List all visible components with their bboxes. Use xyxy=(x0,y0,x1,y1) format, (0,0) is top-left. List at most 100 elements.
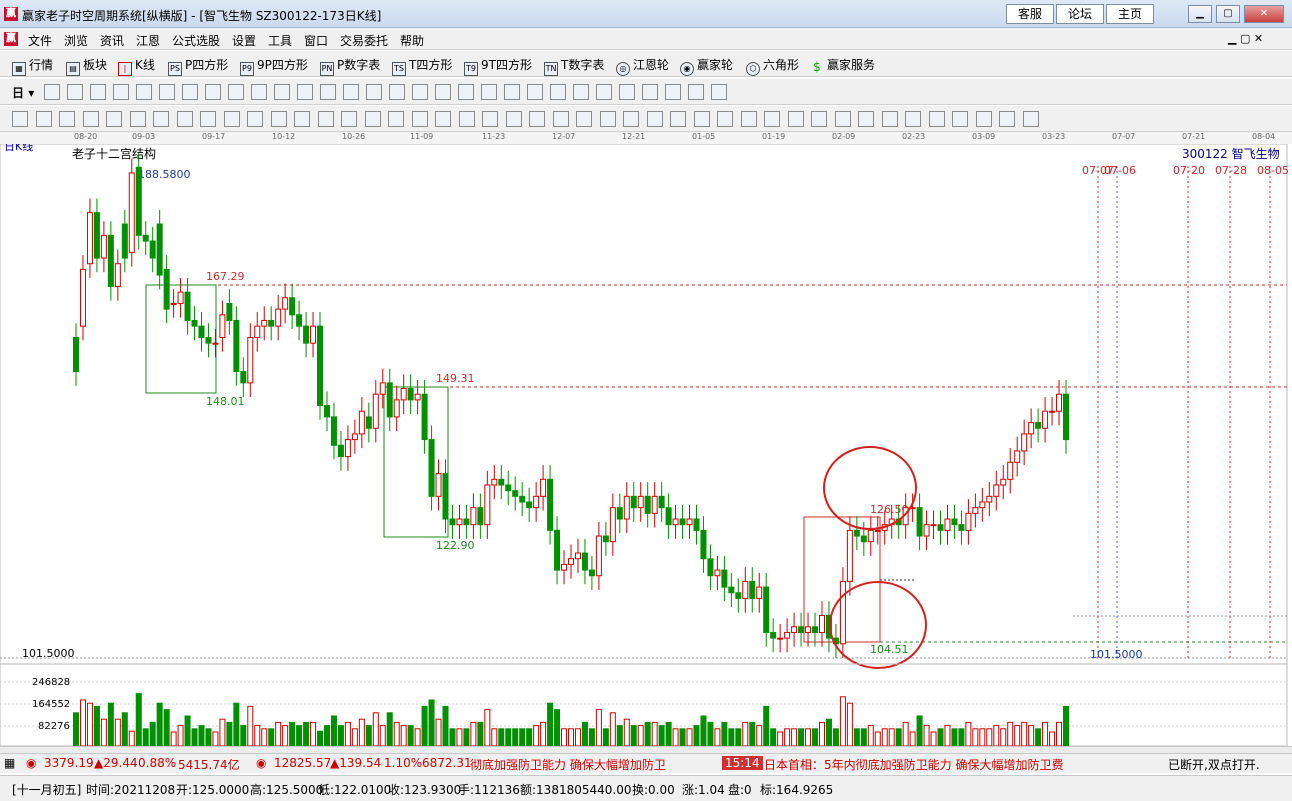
indicator-tool-icon[interactable] xyxy=(787,111,804,127)
indicator-tool-icon[interactable] xyxy=(552,111,569,127)
candle-body[interactable] xyxy=(393,399,400,418)
candle-body[interactable] xyxy=(1007,461,1014,480)
candle-body[interactable] xyxy=(763,586,770,633)
candle-body[interactable] xyxy=(658,495,665,509)
candle-body[interactable] xyxy=(735,592,742,599)
candle-body[interactable] xyxy=(839,580,846,645)
candle-body[interactable] xyxy=(456,518,463,526)
draw-tool-icon[interactable] xyxy=(67,84,83,100)
candle-body[interactable] xyxy=(310,325,317,344)
customer-service-button[interactable]: 客服 xyxy=(1006,4,1054,24)
candle-body[interactable] xyxy=(700,529,707,560)
candle-body[interactable] xyxy=(644,495,651,514)
candle-body[interactable] xyxy=(491,478,498,486)
candle-body[interactable] xyxy=(623,495,630,520)
service-button[interactable]: $ 赢家服务 xyxy=(810,56,875,75)
draw-tool-icon[interactable] xyxy=(366,84,382,100)
candle-body[interactable] xyxy=(693,518,700,531)
indicator-tool-icon[interactable] xyxy=(834,111,851,127)
draw-tool-icon[interactable] xyxy=(550,84,566,100)
draw-tool-icon[interactable] xyxy=(412,84,428,100)
candle-body[interactable] xyxy=(100,234,107,259)
p-square-button[interactable]: PS P四方形 xyxy=(168,56,228,76)
candle-body[interactable] xyxy=(379,382,386,395)
gann-wheel-button[interactable]: ◎ 江恩轮 xyxy=(616,56,669,76)
candle-body[interactable] xyxy=(484,484,491,526)
candle-body[interactable] xyxy=(386,382,393,418)
draw-tool-icon[interactable] xyxy=(44,84,60,100)
candle-body[interactable] xyxy=(1014,450,1021,463)
candle-body[interactable] xyxy=(930,524,937,527)
indicator-tool-icon[interactable] xyxy=(740,111,757,127)
indicator-tool-icon[interactable] xyxy=(928,111,945,127)
candle-body[interactable] xyxy=(449,518,456,526)
indicator-tool-icon[interactable] xyxy=(764,111,780,127)
candle-body[interactable] xyxy=(979,501,986,509)
candle-body[interactable] xyxy=(937,524,944,531)
candle-body[interactable] xyxy=(121,223,128,259)
candle-body[interactable] xyxy=(1049,410,1056,413)
candle-body[interactable] xyxy=(770,631,777,639)
indicator-tool-icon[interactable] xyxy=(411,111,428,127)
candle-body[interactable] xyxy=(846,529,853,582)
candle-body[interactable] xyxy=(337,444,344,458)
draw-tool-icon[interactable] xyxy=(297,84,313,100)
candle-body[interactable] xyxy=(602,535,609,543)
draw-tool-icon[interactable] xyxy=(573,84,589,100)
candle-body[interactable] xyxy=(219,314,226,338)
indicator-tool-icon[interactable] xyxy=(176,111,193,127)
candle-body[interactable] xyxy=(540,478,547,497)
indicator-tool-icon[interactable] xyxy=(905,111,921,127)
draw-tool-icon[interactable] xyxy=(343,84,359,100)
candle-body[interactable] xyxy=(965,512,972,531)
indicator-tool-icon[interactable] xyxy=(82,111,99,127)
candle-body[interactable] xyxy=(344,439,351,458)
candle-body[interactable] xyxy=(135,166,142,236)
minimize-icon[interactable]: ▁ xyxy=(1188,5,1212,23)
draw-tool-icon[interactable] xyxy=(113,84,129,100)
candle-body[interactable] xyxy=(561,563,568,571)
candle-body[interactable] xyxy=(665,507,672,526)
candle-body[interactable] xyxy=(686,518,693,526)
candle-body[interactable] xyxy=(742,580,749,599)
candle-body[interactable] xyxy=(547,478,554,531)
candle-body[interactable] xyxy=(574,552,581,560)
draw-tool-icon[interactable] xyxy=(159,84,175,100)
candle-body[interactable] xyxy=(205,336,212,344)
menu-tools[interactable]: 工具 xyxy=(268,32,292,49)
indicator-tool-icon[interactable] xyxy=(129,111,146,127)
candle-body[interactable] xyxy=(498,478,505,486)
candle-body[interactable] xyxy=(1042,410,1049,429)
candle-body[interactable] xyxy=(128,172,135,253)
candle-body[interactable] xyxy=(512,490,519,497)
candle-body[interactable] xyxy=(588,569,595,577)
candle-body[interactable] xyxy=(749,580,756,599)
candle-body[interactable] xyxy=(421,393,428,441)
indicator-tool-icon[interactable] xyxy=(999,111,1015,127)
candle-body[interactable] xyxy=(916,507,923,537)
homepage-button[interactable]: 主页 xyxy=(1106,4,1154,24)
menu-news[interactable]: 资讯 xyxy=(100,32,124,49)
hexagon-button[interactable]: ⬡ 六角形 xyxy=(746,56,799,76)
candle-body[interactable] xyxy=(400,388,407,401)
draw-tool-icon[interactable] xyxy=(642,84,658,100)
candle-body[interactable] xyxy=(442,473,449,520)
candle-body[interactable] xyxy=(184,291,191,321)
draw-tool-icon[interactable] xyxy=(228,84,244,100)
candle-body[interactable] xyxy=(463,518,470,526)
candle-body[interactable] xyxy=(177,291,184,304)
close-icon[interactable]: ✕ xyxy=(1244,5,1284,23)
candle-body[interactable] xyxy=(1063,393,1069,441)
candle-body[interactable] xyxy=(867,529,874,543)
candle-body[interactable] xyxy=(414,393,421,401)
candle-body[interactable] xyxy=(616,507,623,520)
candle-body[interactable] xyxy=(86,212,93,265)
menu-formula[interactable]: 公式选股 xyxy=(172,32,220,49)
indicator-tool-icon[interactable] xyxy=(482,111,498,127)
indicator-tool-icon[interactable] xyxy=(364,111,381,127)
candle-body[interactable] xyxy=(191,319,198,327)
candle-body[interactable] xyxy=(1028,422,1035,435)
indicator-tool-icon[interactable] xyxy=(59,111,75,127)
candle-body[interactable] xyxy=(651,495,658,514)
draw-tool-icon[interactable] xyxy=(527,84,543,100)
